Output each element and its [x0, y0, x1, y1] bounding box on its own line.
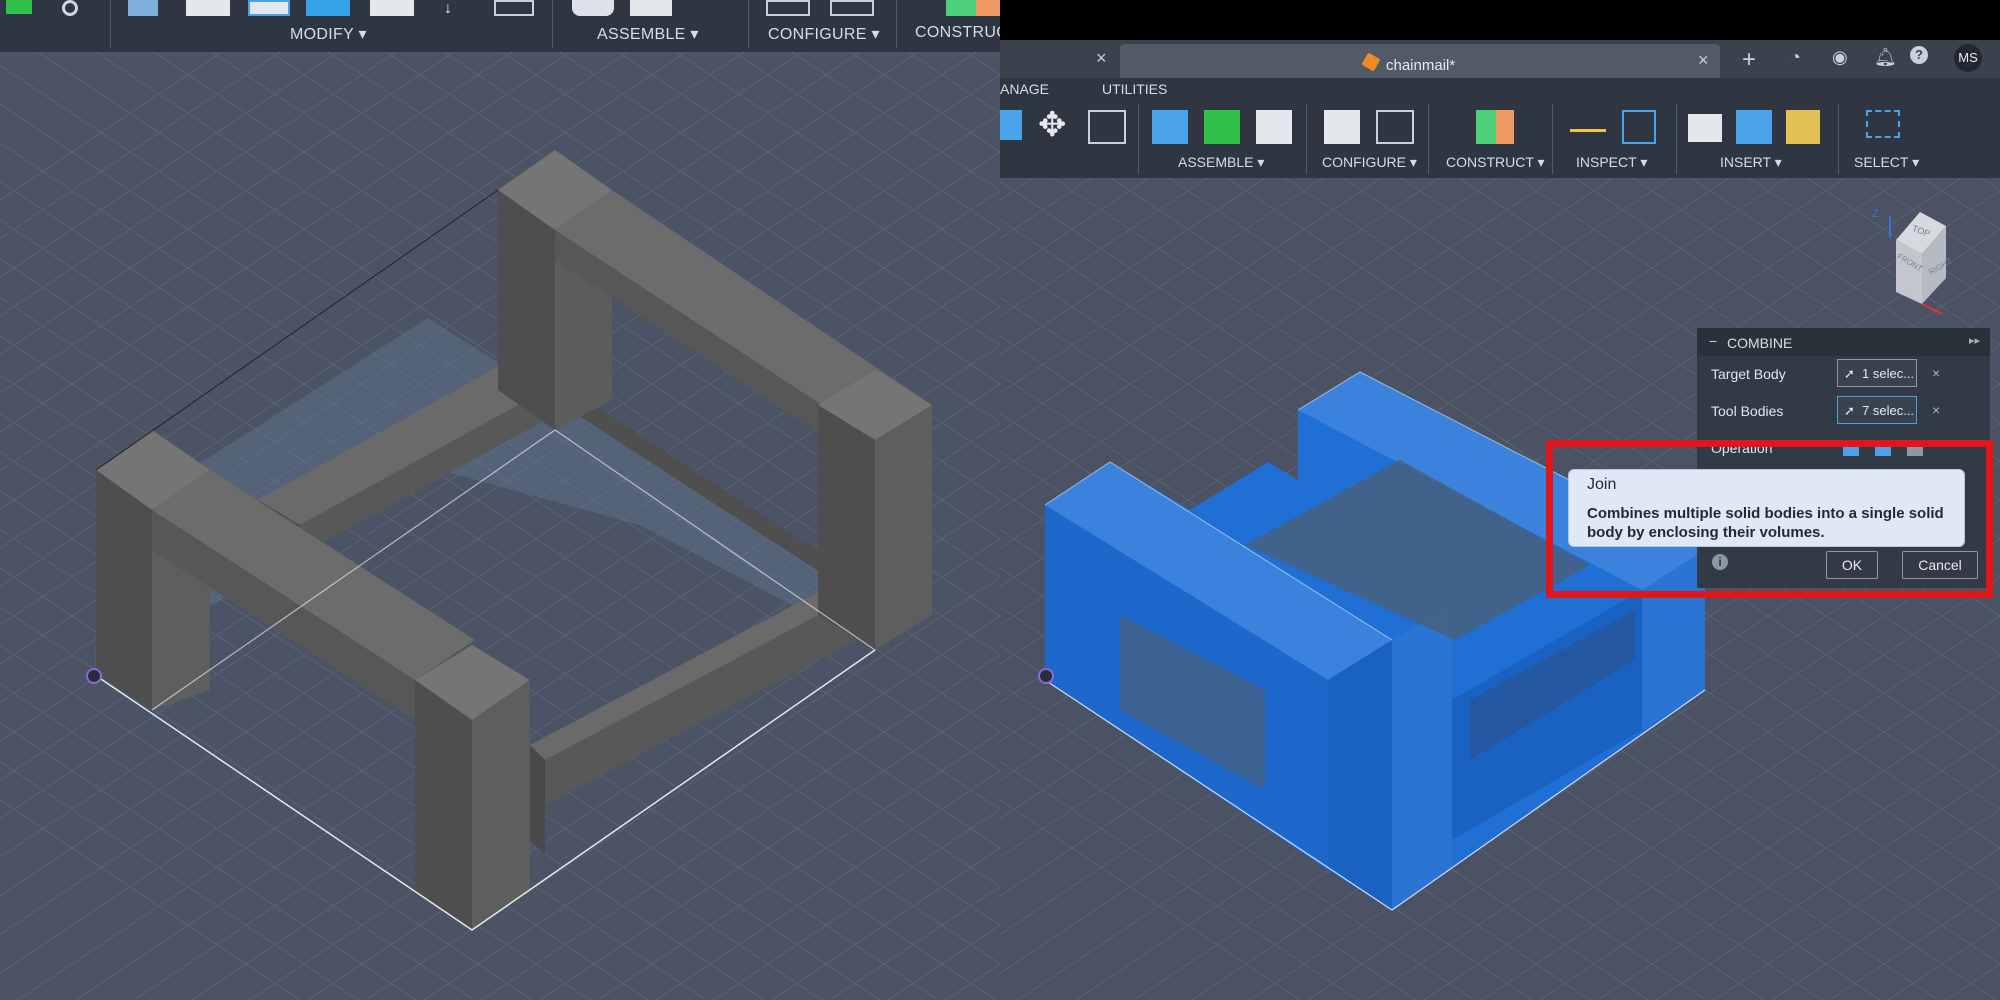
cursor-icon-tool: ➚: [1844, 403, 1855, 418]
parameters-icon[interactable]: [494, 0, 534, 16]
left-toolbar-divider-1: [110, 0, 111, 48]
tool-bodies-value: 7 selec...: [1862, 403, 1915, 418]
target-body-label: Target Body: [1711, 366, 1786, 382]
menu-configure-left-label: CONFIGURE: [768, 26, 867, 43]
left-viewport-panel: ↓ MODIFY ▾ ASSEMBLE ▾ CONFIGURE ▾ CONSTR…: [0, 0, 1000, 1000]
left-toolbar-divider-2: [552, 0, 553, 48]
gray-bodies-model[interactable]: [0, 0, 1000, 1000]
tool-bodies-clear-icon[interactable]: ×: [1932, 402, 1940, 418]
combine-dialog-title: COMBINE: [1727, 335, 1793, 351]
joint-icon[interactable]: [572, 0, 614, 16]
highlight-annotation-box: [1546, 440, 1993, 598]
as-built-joint-icon[interactable]: [630, 0, 672, 16]
construct-plane2-icon[interactable]: [976, 0, 1000, 16]
appearance-icon[interactable]: [62, 0, 78, 16]
cursor-icon: ➚: [1844, 366, 1855, 381]
target-body-selection[interactable]: ➚ 1 selec...: [1837, 359, 1917, 387]
configure-icon[interactable]: [766, 0, 810, 16]
shell-icon[interactable]: [370, 0, 414, 16]
menu-configure-left[interactable]: CONFIGURE ▾: [768, 24, 880, 44]
menu-construct-left[interactable]: CONSTRUCT: [915, 24, 1000, 42]
left-toolbar-divider-3: [748, 0, 749, 48]
tool-bodies-label: Tool Bodies: [1711, 403, 1784, 419]
expand-arrows-icon[interactable]: ▸▸: [1969, 334, 1980, 347]
target-body-clear-icon[interactable]: ×: [1932, 365, 1940, 381]
menu-assemble-left[interactable]: ASSEMBLE ▾: [597, 24, 699, 44]
chamfer-icon[interactable]: [306, 0, 350, 16]
menu-modify-label: MODIFY: [290, 26, 354, 43]
left-toolbar-divider-4: [896, 0, 897, 48]
left-toolbar-icons: ↓: [0, 0, 1000, 22]
new-body-icon[interactable]: [6, 0, 32, 14]
construct-plane-icon[interactable]: [946, 0, 976, 16]
press-pull-icon[interactable]: [186, 0, 230, 16]
origin-marker-right: [1038, 668, 1054, 684]
menu-assemble-left-label: ASSEMBLE: [597, 26, 686, 43]
combine-dialog-header: − COMBINE ▸▸: [1697, 328, 1990, 356]
tool-bodies-selection[interactable]: ➚ 7 selec...: [1837, 396, 1917, 424]
target-body-value: 1 selec...: [1862, 366, 1915, 381]
origin-marker: [86, 668, 102, 684]
left-toolbar: ↓ MODIFY ▾ ASSEMBLE ▾ CONFIGURE ▾ CONSTR…: [0, 0, 1000, 52]
collapse-icon[interactable]: −: [1709, 333, 1717, 349]
fillet-icon[interactable]: [248, 0, 290, 16]
box-icon[interactable]: [128, 0, 158, 16]
right-viewport-panel: × chainmail* × + ◔ ◉ 🔔︎ ? MS ANAGE UTILI…: [1000, 0, 2000, 1000]
menu-modify[interactable]: MODIFY ▾: [290, 24, 367, 44]
menu-construct-left-label: CONSTRUCT: [915, 24, 1000, 41]
configure-table-icon[interactable]: [830, 0, 874, 16]
move-icon[interactable]: ↓: [444, 0, 452, 18]
